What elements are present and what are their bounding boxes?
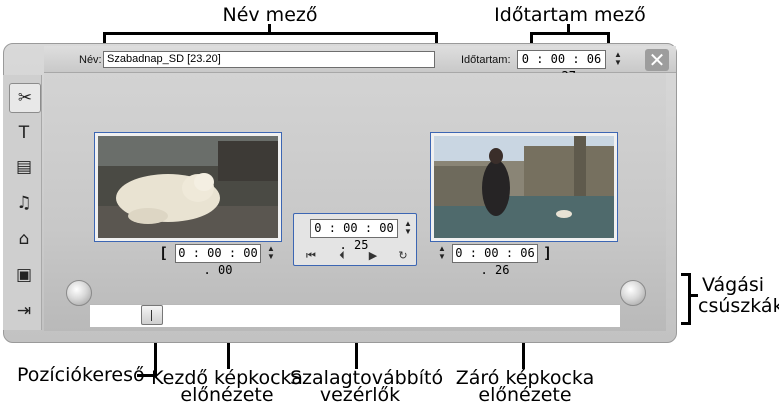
toolbox-sidebar: ✂ T ▤ ♫ ⌂ ▣ ⇥ xyxy=(3,75,42,330)
trim-sliders-bracket xyxy=(681,273,691,325)
end-bracket-glyph: ] xyxy=(543,244,553,262)
zoo-visitor-thumbnail xyxy=(434,136,614,238)
start-preview-callout-line2: előnézete xyxy=(180,384,274,406)
transport-timecode-spinner[interactable]: ▲ ▼ xyxy=(403,220,413,236)
name-field-bracket xyxy=(103,32,438,43)
transport-timecode-field[interactable]: 0 : 00 : 00 . 25 xyxy=(310,219,398,252)
trim-sliders-callout-line1: Vágási xyxy=(702,274,765,296)
name-label: Név: xyxy=(79,54,102,66)
duration-label: Időtartam: xyxy=(461,54,511,66)
name-field-pointer xyxy=(268,24,271,33)
position-scrubber-handle[interactable] xyxy=(141,305,163,325)
start-timecode-field[interactable]: 0 : 00 : 00 . 00 xyxy=(175,244,261,277)
trim-start-slider[interactable] xyxy=(66,280,92,306)
duration-field-pointer xyxy=(567,24,570,33)
polar-bear-thumbnail xyxy=(98,136,278,238)
start-frame-preview xyxy=(94,132,282,242)
loop-button[interactable]: ↻ xyxy=(396,250,410,262)
trim-sliders-pointer xyxy=(688,294,698,297)
name-field-callout: Név mező xyxy=(222,4,318,26)
end-preview-callout-line2: előnézete xyxy=(478,384,572,406)
title-icon[interactable]: T xyxy=(12,121,36,145)
end-timecode-field[interactable]: 0 : 00 : 06 . 26 xyxy=(452,244,538,277)
frame-icon[interactable]: ▣ xyxy=(12,263,36,287)
trim-end-slider[interactable] xyxy=(620,280,646,306)
start-bracket-glyph: [ xyxy=(159,244,169,262)
duration-field-callout: Időtartam mező xyxy=(494,4,646,26)
transport-controls: 0 : 00 : 00 . 25 ▲ ▼ ⏮ ⏴ ▶ ↻ xyxy=(293,213,417,266)
close-button[interactable]: ✕ xyxy=(645,49,669,71)
start-timecode-spinner[interactable]: ▲ ▼ xyxy=(266,245,276,261)
disc-menu-icon[interactable]: ▤ xyxy=(12,155,36,179)
trim-sliders-callout-line2: csúszkák xyxy=(698,295,779,317)
audio-icon[interactable]: ♫ xyxy=(12,191,36,215)
step-back-button[interactable]: ⏴ xyxy=(335,250,349,262)
play-button[interactable]: ▶ xyxy=(366,250,380,262)
rewind-button[interactable]: ⏮ xyxy=(304,250,318,262)
duration-field-bracket xyxy=(530,32,610,43)
end-frame-preview xyxy=(430,132,618,242)
video-toolbox-icon[interactable]: ✂ xyxy=(9,83,41,113)
duration-field[interactable]: 0 : 00 : 06 . 27 xyxy=(517,50,606,83)
duration-spinner[interactable]: ▲ ▼ xyxy=(613,51,623,67)
transport-callout-line2: vezérlők xyxy=(319,384,401,406)
clapper-icon[interactable]: ⌂ xyxy=(12,227,36,251)
plugin-icon[interactable]: ⇥ xyxy=(12,299,36,323)
position-scrubber-callout: Pozíciókereső xyxy=(17,364,145,386)
trim-slider-track[interactable] xyxy=(90,304,620,327)
end-timecode-spinner[interactable]: ▲ ▼ xyxy=(437,245,447,261)
name-field[interactable]: Szabadnap_SD [23.20] xyxy=(103,51,435,68)
